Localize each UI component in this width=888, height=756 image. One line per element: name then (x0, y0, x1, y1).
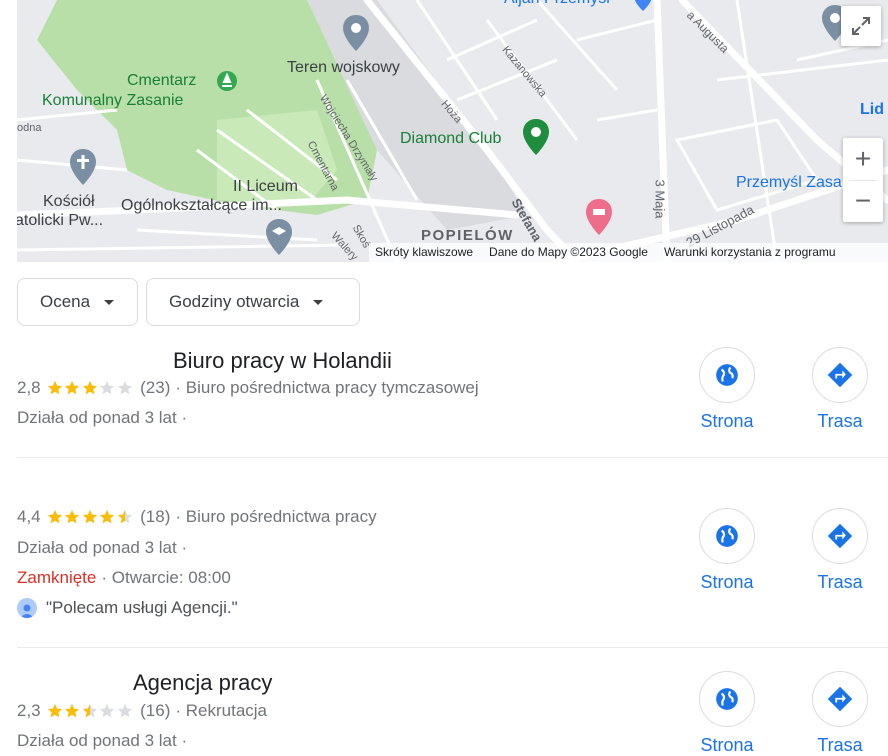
result-rating-line: 4,4 (18) · Biuro pośrednictwa pracy (17, 507, 377, 527)
school-pin-icon[interactable] (265, 218, 293, 256)
star-icon (47, 381, 62, 395)
star-icon (65, 381, 80, 395)
result-category: · Biuro pośrednictwa pracy (175, 507, 377, 526)
website-button[interactable]: Strona (687, 508, 767, 593)
result-rating-line: 2,8 (23) · Biuro pośrednictwa pracy tymc… (17, 378, 479, 398)
street-label: 3 Maja (652, 179, 668, 219)
directions-icon (827, 523, 853, 549)
star-icon (117, 704, 132, 718)
cemetery-icon (217, 71, 237, 91)
rating-value: 2,3 (17, 701, 41, 720)
pin-gray-icon[interactable] (342, 14, 370, 52)
map-label-liceum: II Liceum (233, 178, 298, 195)
map-label-cmentarz: Cmentarz (127, 72, 197, 89)
map-label-liceum-2: Ogólnokształcące im... (121, 197, 282, 214)
result-rating-line: 2,3 (16) · Rekrutacja (17, 701, 267, 721)
result-years: Działa od ponad 3 lat · (17, 731, 188, 750)
star-icon (117, 510, 132, 524)
website-label: Strona (700, 572, 754, 592)
map-label-kosciol: Kościół (43, 193, 95, 210)
zoom-control: + − (843, 138, 883, 222)
star-icon (65, 704, 80, 718)
result-category: · Biuro pośrednictwa pracy tymczasowej (175, 378, 479, 397)
church-pin-icon[interactable] (69, 148, 97, 186)
map[interactable]: Cmentarz Komunalny Zasanie Teren wojskow… (17, 0, 888, 262)
pin-blue-icon[interactable] (633, 0, 653, 12)
star-icon (117, 381, 132, 395)
map-label-cmentarz-2: Komunalny Zasanie (42, 92, 184, 109)
rating-stars (47, 509, 135, 525)
directions-label: Trasa (817, 735, 863, 755)
status-opening: · Otwarcie: 08:00 (101, 568, 231, 587)
star-icon (100, 704, 115, 718)
website-button[interactable]: Strona (687, 671, 767, 756)
caret-down-icon (104, 299, 115, 305)
review-count: (16) (140, 701, 171, 720)
globe-icon (716, 525, 738, 547)
result-hours-line: Zamknięte · Otwarcie: 08:00 (17, 568, 231, 588)
directions-label: Trasa (817, 572, 863, 592)
star-icon (47, 510, 62, 524)
fullscreen-button[interactable] (841, 6, 881, 46)
star-icon (82, 510, 97, 524)
website-label: Strona (700, 411, 754, 431)
star-icon (100, 381, 115, 395)
review-snippet: "Polecam usługi Agencji." (17, 598, 238, 618)
expand-icon (852, 17, 870, 35)
zoom-in-button[interactable]: + (843, 138, 883, 180)
review-quote: "Polecam usługi Agencji." (46, 598, 238, 617)
caret-down-icon (313, 299, 324, 305)
globe-icon (716, 688, 738, 710)
globe-icon (716, 364, 738, 386)
result-years: Działa od ponad 3 lat · (17, 408, 188, 427)
result-years: Działa od ponad 3 lat · (17, 538, 188, 557)
status-closed: Zamknięte (17, 568, 97, 587)
result-category: · Rekrutacja (175, 701, 268, 720)
map-data-text: Dane do Mapy ©2023 Google (489, 245, 648, 259)
map-label-aljan: Aljan Przemyśl (504, 0, 610, 8)
filter-hours-chip[interactable]: Godziny otwarcia (146, 278, 360, 326)
map-label-kosciol-2: atolicki Pw... (17, 212, 104, 229)
divider (17, 647, 888, 648)
map-label-teren: Teren wojskowy (287, 59, 400, 76)
star-icon (82, 381, 97, 395)
hotel-pin-icon[interactable] (585, 198, 613, 236)
rating-value: 2,8 (17, 378, 41, 397)
map-label-diamond[interactable]: Diamond Club (400, 130, 501, 148)
star-icon (47, 704, 62, 718)
directions-icon (827, 686, 853, 712)
rating-value: 4,4 (17, 507, 41, 526)
keyboard-shortcuts-link[interactable]: Skróty klawiszowe (375, 245, 473, 259)
directions-button[interactable]: Trasa (800, 347, 880, 432)
star-icon (82, 704, 97, 718)
website-label: Strona (700, 735, 754, 755)
directions-icon (827, 362, 853, 388)
divider (17, 457, 888, 458)
pin-green-icon[interactable] (522, 118, 550, 156)
zoom-out-button[interactable]: − (843, 180, 883, 222)
directions-label: Trasa (817, 411, 863, 431)
directions-button[interactable]: Trasa (800, 671, 880, 756)
star-icon (100, 510, 115, 524)
avatar (17, 598, 37, 618)
result-title[interactable]: Agencja pracy (133, 670, 272, 696)
map-attribution: Skróty klawiszowe Dane do Mapy ©2023 Goog… (369, 243, 888, 262)
review-count: (18) (140, 507, 171, 526)
rating-stars (47, 703, 135, 719)
star-icon (65, 510, 80, 524)
street-label: odna (17, 122, 42, 134)
map-label-przemysl-zasanie: Przemyśl Zasa (736, 174, 842, 191)
filter-rating-chip[interactable]: Ocena (17, 278, 138, 326)
rating-stars (47, 380, 135, 396)
result-title[interactable]: Biuro pracy w Holandii (173, 348, 392, 374)
filter-hours-label: Godziny otwarcia (169, 292, 300, 311)
terms-link[interactable]: Warunki korzystania z programu (664, 245, 836, 259)
filter-rating-label: Ocena (40, 292, 91, 311)
website-button[interactable]: Strona (687, 347, 767, 432)
directions-button[interactable]: Trasa (800, 508, 880, 593)
map-label-lid: Lid (860, 101, 884, 118)
review-count: (23) (140, 378, 171, 397)
